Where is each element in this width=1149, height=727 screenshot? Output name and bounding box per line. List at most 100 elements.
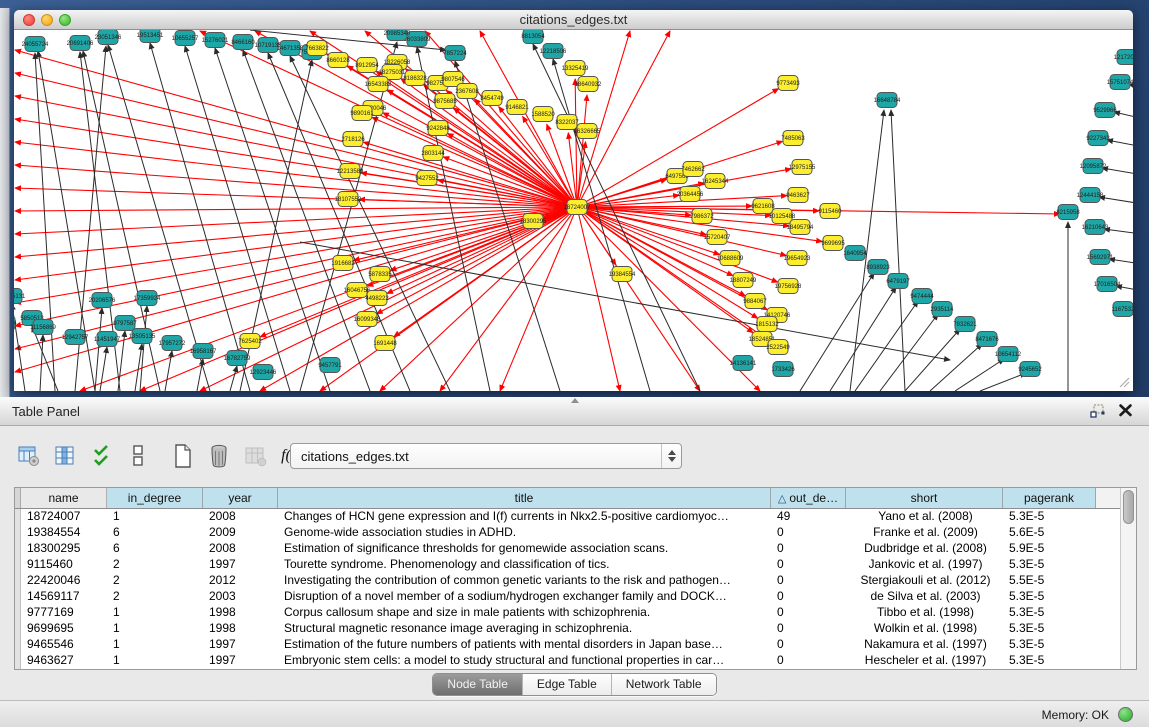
cell-pagerank: 5.9E-5 <box>1003 541 1096 557</box>
select-all-button[interactable] <box>87 440 117 472</box>
cell-short: Stergiakouli et al. (2012) <box>846 573 1003 589</box>
svg-text:1640954: 1640954 <box>843 251 867 257</box>
svg-text:17957272: 17957272 <box>159 341 186 347</box>
cell-name: 19384554 <box>21 525 107 541</box>
column-header-year[interactable]: year <box>203 488 278 508</box>
table-row[interactable]: 911546021997Tourette syndrome. Phenomeno… <box>15 557 1136 573</box>
split-divider-arrow-icon[interactable] <box>571 398 579 403</box>
tab-edge-table[interactable]: Edge Table <box>523 674 612 695</box>
network-window-titlebar[interactable]: citations_edges.txt <box>14 10 1133 30</box>
unselect-all-button[interactable] <box>123 440 153 472</box>
svg-text:8215958: 8215958 <box>1056 210 1080 216</box>
column-header-indegree[interactable]: in_degree <box>107 488 203 508</box>
svg-text:1167532: 1167532 <box>1112 307 1133 313</box>
close-panel-icon[interactable] <box>1118 402 1133 418</box>
svg-text:8813054: 8813054 <box>521 34 545 40</box>
column-header-outde[interactable]: △out_de… <box>771 488 846 508</box>
cell-indegree: 1 <box>107 509 203 525</box>
svg-text:20364456: 20364456 <box>677 192 704 198</box>
cell-pagerank: 5.3E-5 <box>1003 589 1096 605</box>
table-row[interactable]: 946554611997Estimation of the future num… <box>15 637 1136 653</box>
float-panel-icon[interactable] <box>1090 404 1105 418</box>
modify-columns-button[interactable] <box>14 440 44 472</box>
resize-grip-icon[interactable] <box>1118 376 1130 388</box>
table-row[interactable]: 977716911998Corpus callosum shape and si… <box>15 605 1136 621</box>
svg-text:9529966: 9529966 <box>1093 108 1117 114</box>
table-selector-combobox[interactable]: citations_edges.txt <box>290 443 682 469</box>
svg-text:9115460: 9115460 <box>819 209 843 215</box>
cell-short: Dudbridge et al. (2008) <box>846 541 1003 557</box>
column-header-short[interactable]: short <box>846 488 1003 508</box>
show-columns-button[interactable] <box>50 440 80 472</box>
cell-short: Tibbo et al. (1998) <box>846 605 1003 621</box>
cell-outde: 0 <box>771 605 846 621</box>
svg-text:20691406: 20691406 <box>67 41 94 47</box>
table-row[interactable]: 969969511998Structural magnetic resonanc… <box>15 621 1136 637</box>
citation-network-graph[interactable]: 2405572420691406230513461951345110655257… <box>14 30 1133 391</box>
empty-squares-icon <box>132 444 144 468</box>
svg-text:7485063: 7485063 <box>781 136 805 142</box>
svg-text:8186328: 8186328 <box>403 76 427 82</box>
cell-indegree: 2 <box>107 557 203 573</box>
table-panel-header[interactable]: Table Panel <box>0 397 1149 426</box>
cell-short: Hescheler et al. (1997) <box>846 653 1003 669</box>
cell-title: Genome-wide association studies in ADHD. <box>278 525 771 541</box>
table-body: 1872400712008Changes of HCN gene express… <box>15 509 1136 669</box>
table-row[interactable]: 1830029562008Estimation of significance … <box>15 541 1136 557</box>
cell-indegree: 2 <box>107 573 203 589</box>
cell-title: Estimation of the future numbers of pati… <box>278 637 771 653</box>
delete-table-button[interactable] <box>204 440 234 472</box>
svg-text:8471676: 8471676 <box>975 337 999 343</box>
table-row[interactable]: 1938455462009Genome-wide association stu… <box>15 525 1136 541</box>
column-header-name[interactable]: name <box>21 488 107 508</box>
cell-pagerank: 5.3E-5 <box>1003 509 1096 525</box>
svg-text:8454749: 8454749 <box>480 96 504 102</box>
cell-outde: 0 <box>771 653 846 669</box>
svg-text:19513451: 19513451 <box>137 33 164 39</box>
cell-outde: 0 <box>771 557 846 573</box>
cell-indegree: 1 <box>107 621 203 637</box>
network-view-window[interactable]: citations_edges.txt 24055724206914062305… <box>14 10 1133 391</box>
cell-year: 1997 <box>203 557 278 573</box>
svg-text:8912954: 8912954 <box>355 63 379 69</box>
new-table-button[interactable] <box>168 440 198 472</box>
import-table-icon-disabled <box>245 445 267 467</box>
svg-text:12213589: 12213589 <box>337 169 364 175</box>
cell-outde: 0 <box>771 589 846 605</box>
combobox-stepper-icon[interactable] <box>661 444 681 468</box>
cell-name: 18724007 <box>21 509 107 525</box>
svg-text:15751074: 15751074 <box>1107 80 1133 86</box>
cell-outde: 49 <box>771 509 846 525</box>
table-panel: Table Panel <box>0 397 1149 727</box>
scrollbar-thumb[interactable] <box>1123 490 1134 524</box>
svg-text:20985340: 20985340 <box>384 31 411 37</box>
column-header-pagerank[interactable]: pagerank <box>1003 488 1096 508</box>
memory-status-label: Memory: OK <box>1042 708 1109 722</box>
network-canvas[interactable]: 2405572420691406230513461951345110655257… <box>14 30 1133 391</box>
cell-indegree: 1 <box>107 637 203 653</box>
table-row[interactable]: 1456911722003Disruption of a novel membe… <box>15 589 1136 605</box>
cell-title: Investigating the contribution of common… <box>278 573 771 589</box>
svg-text:14136141: 14136141 <box>730 361 757 367</box>
svg-text:16782759: 16782759 <box>224 356 251 362</box>
import-table-button[interactable] <box>241 440 271 472</box>
svg-text:10654112: 10654112 <box>995 352 1022 358</box>
tab-node-table[interactable]: Node Table <box>433 674 523 695</box>
table-row[interactable]: 1872400712008Changes of HCN gene express… <box>15 509 1136 525</box>
svg-text:7663822: 7663822 <box>305 46 329 52</box>
cell-outde: 0 <box>771 637 846 653</box>
table-row[interactable]: 946362711997Embryonic stem cells: a mode… <box>15 653 1136 669</box>
table-vertical-scrollbar[interactable] <box>1120 488 1136 669</box>
cell-pagerank: 5.5E-5 <box>1003 573 1096 589</box>
table-panel-title: Table Panel <box>12 404 80 419</box>
tab-network-table[interactable]: Network Table <box>612 674 716 695</box>
table-row[interactable]: 2242004622012Investigating the contribut… <box>15 573 1136 589</box>
svg-text:7986372: 7986372 <box>690 214 714 220</box>
svg-text:22605131: 22605131 <box>14 294 26 300</box>
cell-pagerank: 5.3E-5 <box>1003 605 1096 621</box>
cell-outde: 0 <box>771 525 846 541</box>
svg-text:1588520: 1588520 <box>531 112 555 118</box>
column-header-title[interactable]: title <box>278 488 771 508</box>
table-toolbar: f(x) citations_edges.txt <box>14 440 1137 480</box>
cell-year: 2012 <box>203 573 278 589</box>
